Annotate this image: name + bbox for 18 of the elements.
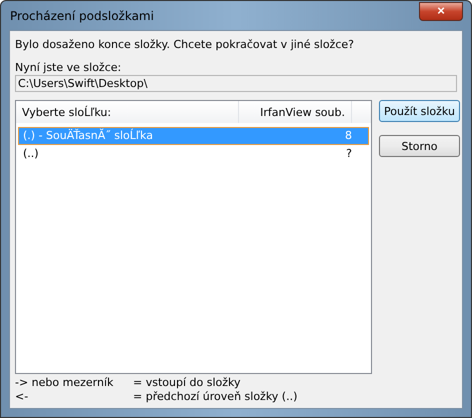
folder-row[interactable]: (..) ? bbox=[18, 145, 369, 163]
message-text: Bylo dosaženo konce složky. Chcete pokračovat v jiné složce? bbox=[15, 38, 355, 51]
close-button[interactable]: × bbox=[419, 2, 463, 20]
help-action: = vstoupí do složky bbox=[133, 376, 240, 390]
column-header[interactable]: Vyberte sloĹľku: bbox=[16, 101, 239, 123]
folder-name: (..) bbox=[23, 146, 39, 162]
cancel-button[interactable]: Storno bbox=[379, 135, 460, 157]
help-key: -> nebo mezerník bbox=[15, 376, 133, 390]
file-count: 8 bbox=[345, 128, 352, 144]
use-folder-button[interactable]: Použít složku bbox=[379, 100, 460, 122]
current-folder-label: Nyní jste ve složce: bbox=[15, 61, 122, 74]
column-header[interactable]: IrfanView soub. bbox=[239, 101, 352, 123]
window-title: Procházení podsložkami bbox=[9, 8, 154, 22]
help-action: = předchozí úroveň složky (..) bbox=[133, 390, 298, 404]
folder-name: (.) - SouÄŤasnĂ˝ sloĹľka bbox=[23, 128, 153, 144]
help-key: <- bbox=[15, 390, 133, 404]
file-count: ? bbox=[346, 146, 352, 162]
path-field: C:\Users\Swift\Desktop\ bbox=[15, 75, 457, 92]
